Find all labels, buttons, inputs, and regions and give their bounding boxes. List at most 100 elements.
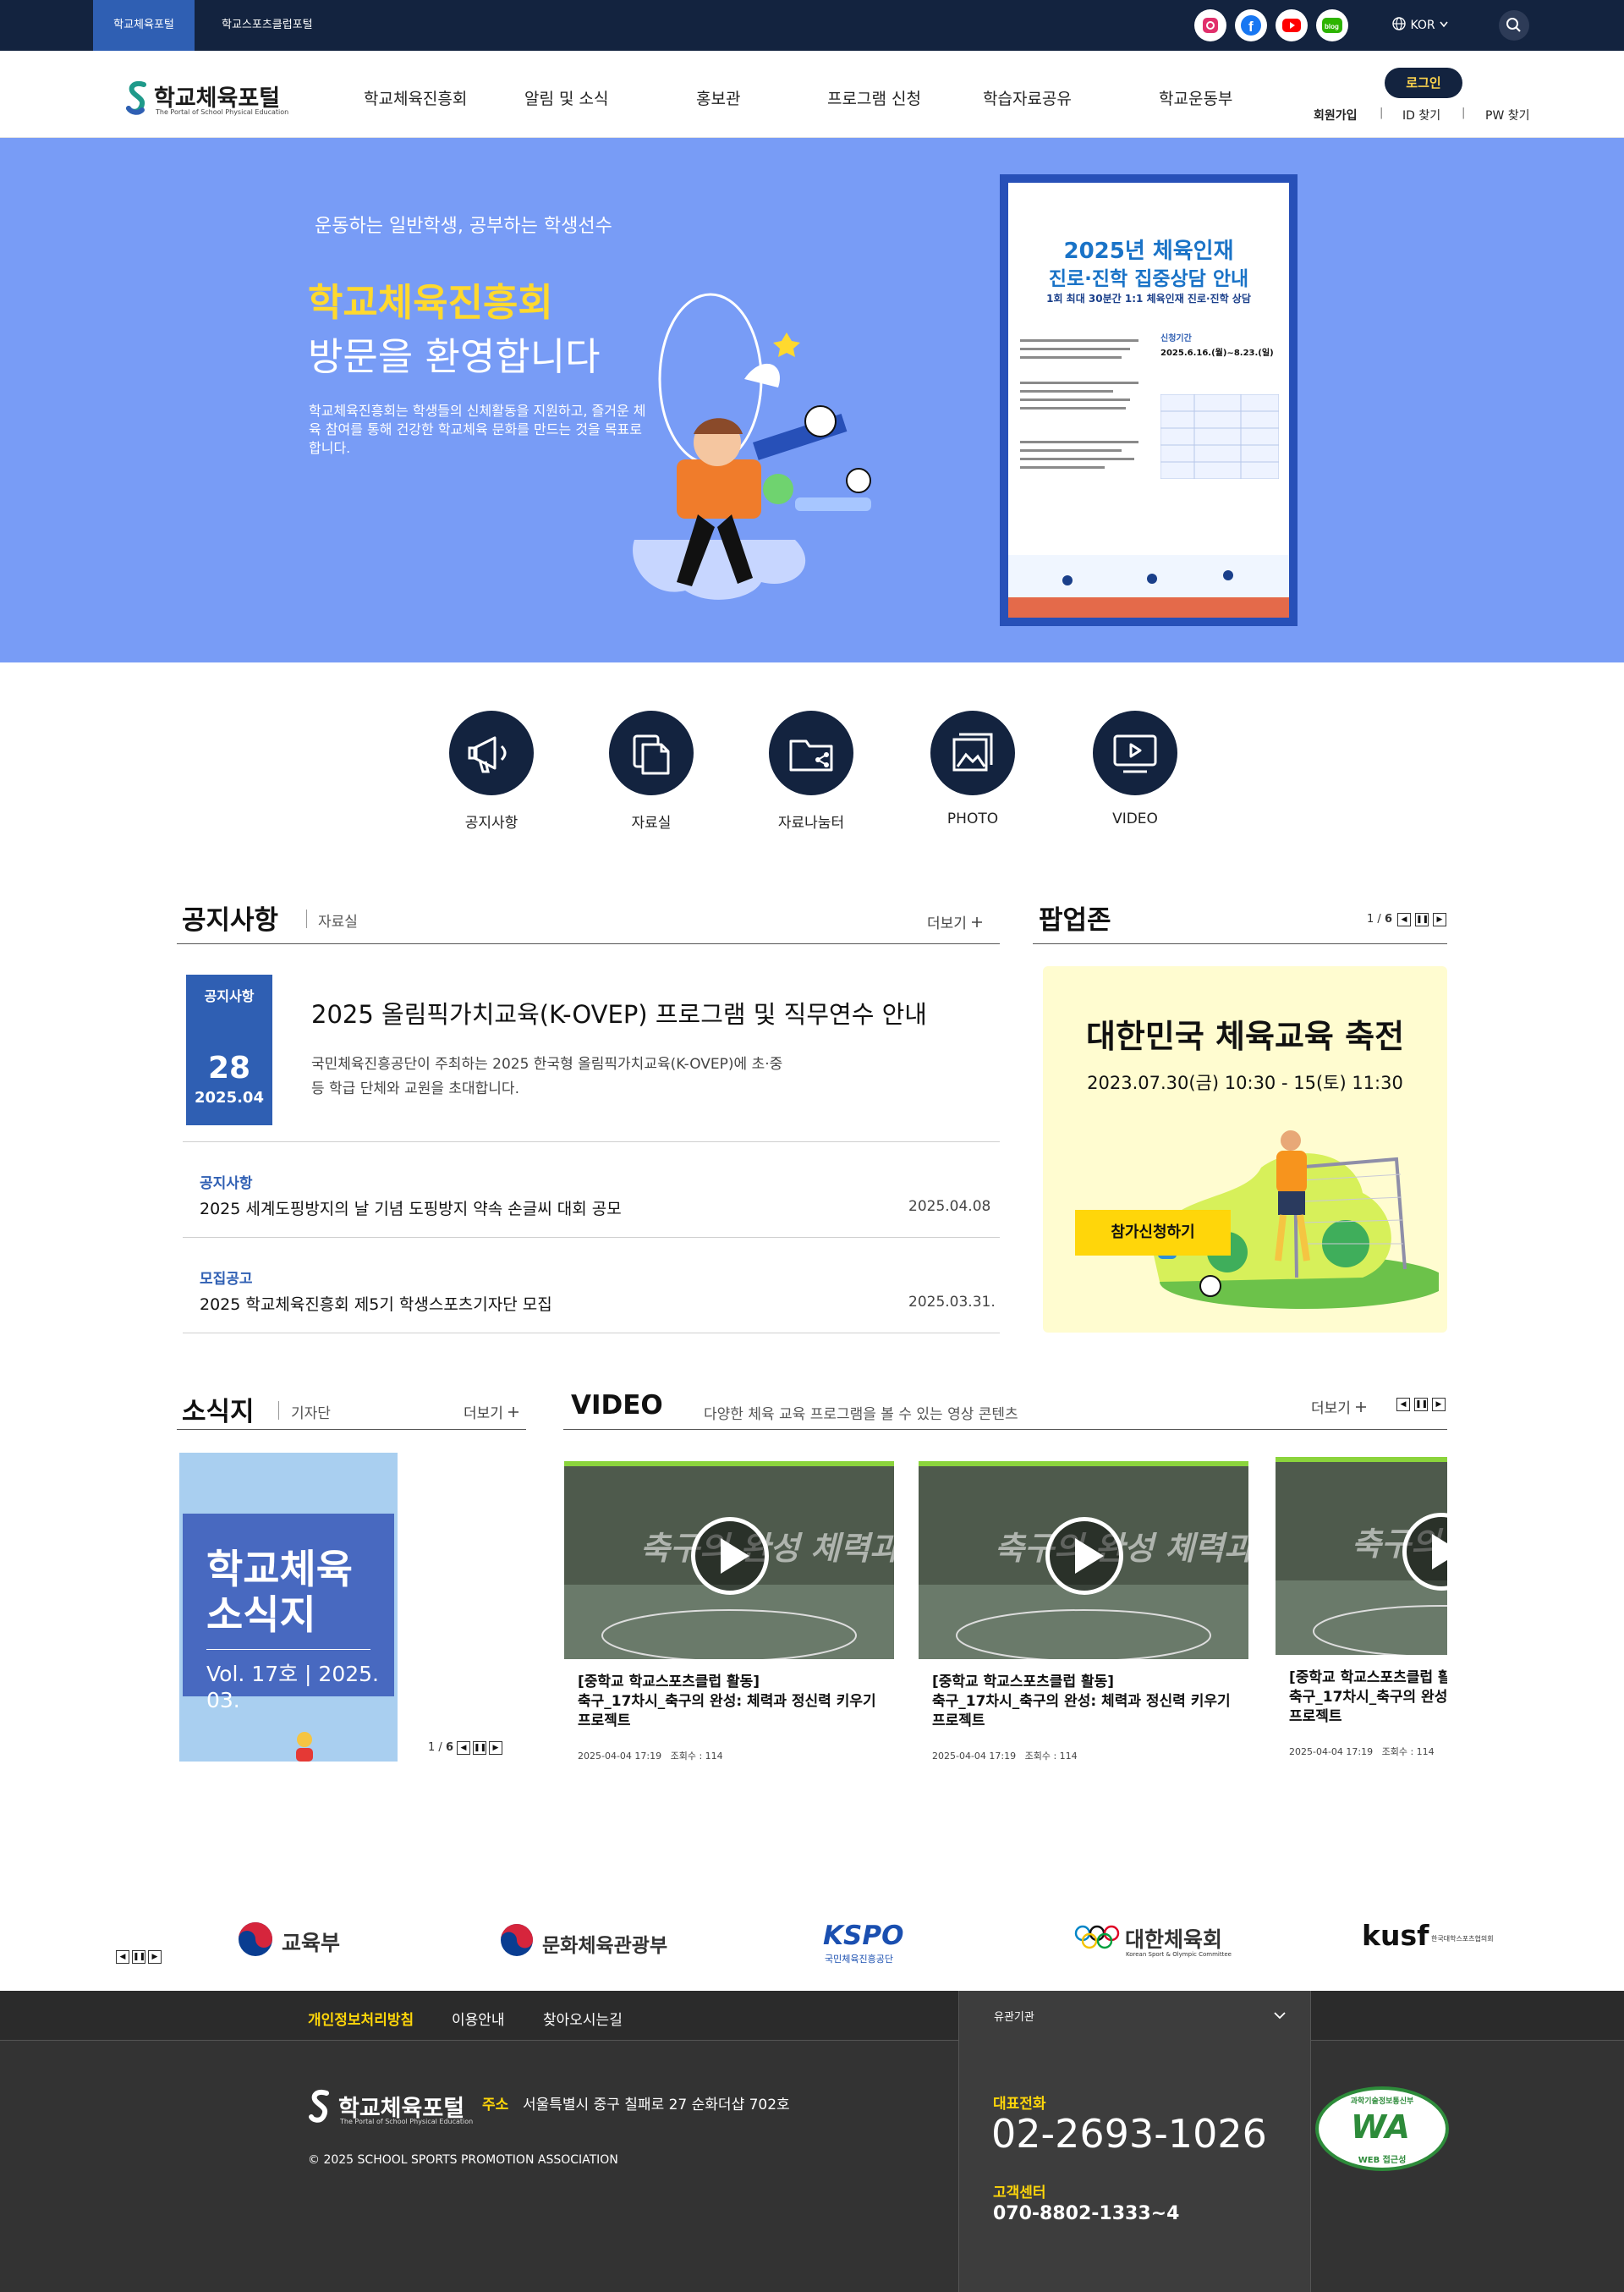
tab-reporters[interactable]: 기자단	[291, 1401, 331, 1422]
youtube-icon[interactable]	[1276, 9, 1308, 41]
section-rule	[1033, 943, 1447, 944]
login-button[interactable]: 로그인	[1385, 68, 1462, 98]
play-icon[interactable]	[691, 1517, 769, 1595]
moe-emblem-icon	[237, 1921, 274, 1961]
featured-notice-title[interactable]: 2025 올림픽가치교육(K-OVEP) 프로그램 및 직무연수 안내	[311, 995, 927, 1031]
video-title: [중학교 학교스포츠클럽 활동] 축구_17차시_축구의 완성: 체력과 정신력 …	[1276, 1668, 1447, 1731]
search-button[interactable]	[1499, 10, 1529, 41]
video-title-line2: 축구_17차시_축구의 완성: 체력과 정신력 키우기 프로젝트	[578, 1693, 876, 1729]
hero-poster[interactable]: 2025년 체육인재 진로·진학 집중상담 안내 1회 최대 30분간 1:1 …	[1000, 174, 1298, 626]
video-date: 2025-04-04 17:19	[578, 1751, 662, 1762]
nav-item-athletics[interactable]: 학교운동부	[1159, 86, 1232, 109]
language-select[interactable]: KOR	[1391, 0, 1449, 51]
wa-issuer: 과학기술정보통신부	[1350, 2097, 1414, 2106]
svg-text:f: f	[1248, 19, 1254, 35]
nav-item-news[interactable]: 알림 및 소식	[524, 86, 608, 109]
nav-item-program[interactable]: 프로그램 신청	[827, 86, 921, 109]
popup-event-title: 대한민국 체육교육 축전	[1085, 1018, 1405, 1055]
next-button[interactable]: ▶	[489, 1741, 502, 1755]
address: 서울특별시 중구 칠패로 27 순화더샵 702호	[523, 2097, 790, 2113]
tab-school-pe-portal[interactable]: 학교체육포털	[93, 0, 195, 51]
popup-section-title: 팝업존	[1039, 905, 1111, 936]
language-label: KOR	[1410, 19, 1435, 32]
notice-more-link[interactable]: 더보기	[927, 911, 983, 932]
apply-button[interactable]: 참가신청하기	[1075, 1210, 1231, 1256]
video-card[interactable]: 축구의 완성 체력과 정신력 [중학교 학교스포츠클럽 활동] 축구_17차시_축…	[1276, 1457, 1447, 1758]
nav-item-association[interactable]: 학교체육진흥회	[364, 86, 467, 109]
quick-menu-photo[interactable]: PHOTO	[914, 711, 1032, 827]
more-label: 더보기	[1311, 1400, 1351, 1417]
next-button[interactable]: ▶	[148, 1950, 162, 1964]
partner-moe[interactable]: 교육부	[282, 1926, 340, 1957]
prev-button[interactable]: ◀	[457, 1741, 470, 1755]
svg-text:blog: blog	[1325, 23, 1339, 30]
quick-menu-sharing[interactable]: 자료나눔터	[752, 711, 870, 832]
footer-nav: 개인정보처리방침 이용안내 찾아오시는길	[0, 1991, 1624, 2041]
next-button[interactable]: ▶	[1432, 1398, 1446, 1411]
video-date: 2025-04-04 17:19	[932, 1751, 1017, 1762]
notice-item-date: 2025.04.08	[908, 1198, 991, 1215]
featured-notice-date[interactable]: 공지사항 28 2025.04	[186, 975, 272, 1125]
hero-banner: 운동하는 일반학생, 공부하는 학생선수 학교체육진흥회 방문을 환영합니다 학…	[0, 138, 1624, 662]
partner-kusf[interactable]: kusf	[1362, 1919, 1429, 1952]
signup-link[interactable]: 회원가입	[1314, 107, 1358, 124]
video-more-link[interactable]: 더보기	[1311, 1396, 1367, 1417]
chevron-down-icon[interactable]	[1273, 2008, 1287, 2024]
logo-mark-icon[interactable]	[125, 80, 149, 120]
quick-menu-notice[interactable]: 공지사항	[432, 711, 551, 832]
video-card[interactable]: 축구의 완성 체력과 정신력 [중학교 학교스포츠클럽 활동] 축구_17차시_축…	[919, 1461, 1248, 1762]
quick-menu-label: VIDEO	[1112, 811, 1158, 827]
footer-logo-subtitle: The Portal of School Physical Education	[340, 2118, 474, 2125]
facebook-icon[interactable]: f	[1235, 9, 1267, 41]
nav-item-materials[interactable]: 학습자료공유	[983, 86, 1072, 109]
notice-item-title[interactable]: 2025 세계도핑방지의 날 기념 도핑방지 약속 손글씨 대회 공모	[200, 1196, 622, 1219]
partner-kospo[interactable]: 대한체육회	[1125, 1923, 1222, 1954]
quick-menu-archive[interactable]: 자료실	[592, 711, 710, 832]
video-views: 조회수 : 114	[670, 1751, 723, 1762]
terms-link[interactable]: 이용안내	[452, 2008, 505, 2029]
directions-link[interactable]: 찾아오시는길	[543, 2008, 623, 2029]
pause-button[interactable]: ❚❚	[1414, 1398, 1428, 1411]
notice-item-title[interactable]: 2025 학교체육진흥회 제5기 학생스포츠기자단 모집	[200, 1292, 552, 1315]
video-card[interactable]: 축구의 완성 체력과 정신력 [중학교 학교스포츠클럽 활동] 축구_17차시_축…	[564, 1461, 894, 1762]
pause-button[interactable]: ❚❚	[132, 1950, 145, 1964]
pause-button[interactable]: ❚❚	[1415, 913, 1429, 926]
prev-button[interactable]: ◀	[116, 1950, 129, 1964]
pager-current: 1	[428, 1741, 436, 1754]
video-thumbnail: 축구의 완성 체력과 정신력	[919, 1461, 1248, 1659]
privacy-policy-link[interactable]: 개인정보처리방침	[308, 2008, 414, 2029]
address-label: 주소	[482, 2097, 509, 2113]
pager-total: 6	[445, 1741, 453, 1754]
featured-notice-day: 28	[207, 1051, 251, 1086]
web-accessibility-badge[interactable]: 과학기술정보통신부 WA WEB 접근성	[1315, 2086, 1449, 2171]
prev-button[interactable]: ◀	[1396, 1398, 1410, 1411]
decoration	[288, 1728, 321, 1762]
pause-button[interactable]: ❚❚	[473, 1741, 486, 1755]
newsletter-cover[interactable]: 학교체육 소식지 Vol. 17호 | 2025. 03.	[179, 1453, 398, 1762]
find-id-link[interactable]: ID 찾기	[1402, 107, 1440, 124]
wa-label: WEB 접근성	[1358, 2156, 1407, 2165]
newsletter-cover-card: 학교체육 소식지 Vol. 17호 | 2025. 03.	[183, 1514, 394, 1712]
newsletter-more-link[interactable]: 더보기	[464, 1401, 519, 1422]
wa-mark: WA	[1351, 2108, 1410, 2146]
related-orgs-select[interactable]: 유관기관	[994, 2008, 1034, 2024]
popup-banner[interactable]: 대한민국 체육교육 축전 2023.07.30(금) 10:30 - 15(토)…	[1043, 966, 1447, 1333]
instagram-icon[interactable]	[1194, 9, 1226, 41]
quick-menu-label: 자료실	[631, 815, 672, 832]
partner-mcst[interactable]: 문화체육관광부	[542, 1929, 667, 1958]
partner-kspo[interactable]: KSPO	[823, 1921, 903, 1951]
tab-archive[interactable]: 자료실	[318, 910, 358, 931]
photo-icon	[930, 711, 1015, 795]
find-pw-link[interactable]: PW 찾기	[1485, 107, 1530, 124]
tab-school-sports-club-portal[interactable]: 학교스포츠클럽포털	[222, 0, 313, 51]
quick-menu-video[interactable]: VIDEO	[1076, 711, 1194, 827]
prev-button[interactable]: ◀	[1397, 913, 1411, 926]
plus-icon	[971, 915, 983, 932]
play-icon[interactable]	[1045, 1517, 1123, 1595]
hero-title: 방문을 환영합니다	[308, 334, 601, 379]
blog-icon[interactable]: blog	[1316, 9, 1348, 41]
plus-icon	[1355, 1400, 1367, 1417]
next-button[interactable]: ▶	[1433, 913, 1446, 926]
nav-item-promotion[interactable]: 홍보관	[696, 86, 740, 109]
more-label: 더보기	[464, 1405, 503, 1422]
